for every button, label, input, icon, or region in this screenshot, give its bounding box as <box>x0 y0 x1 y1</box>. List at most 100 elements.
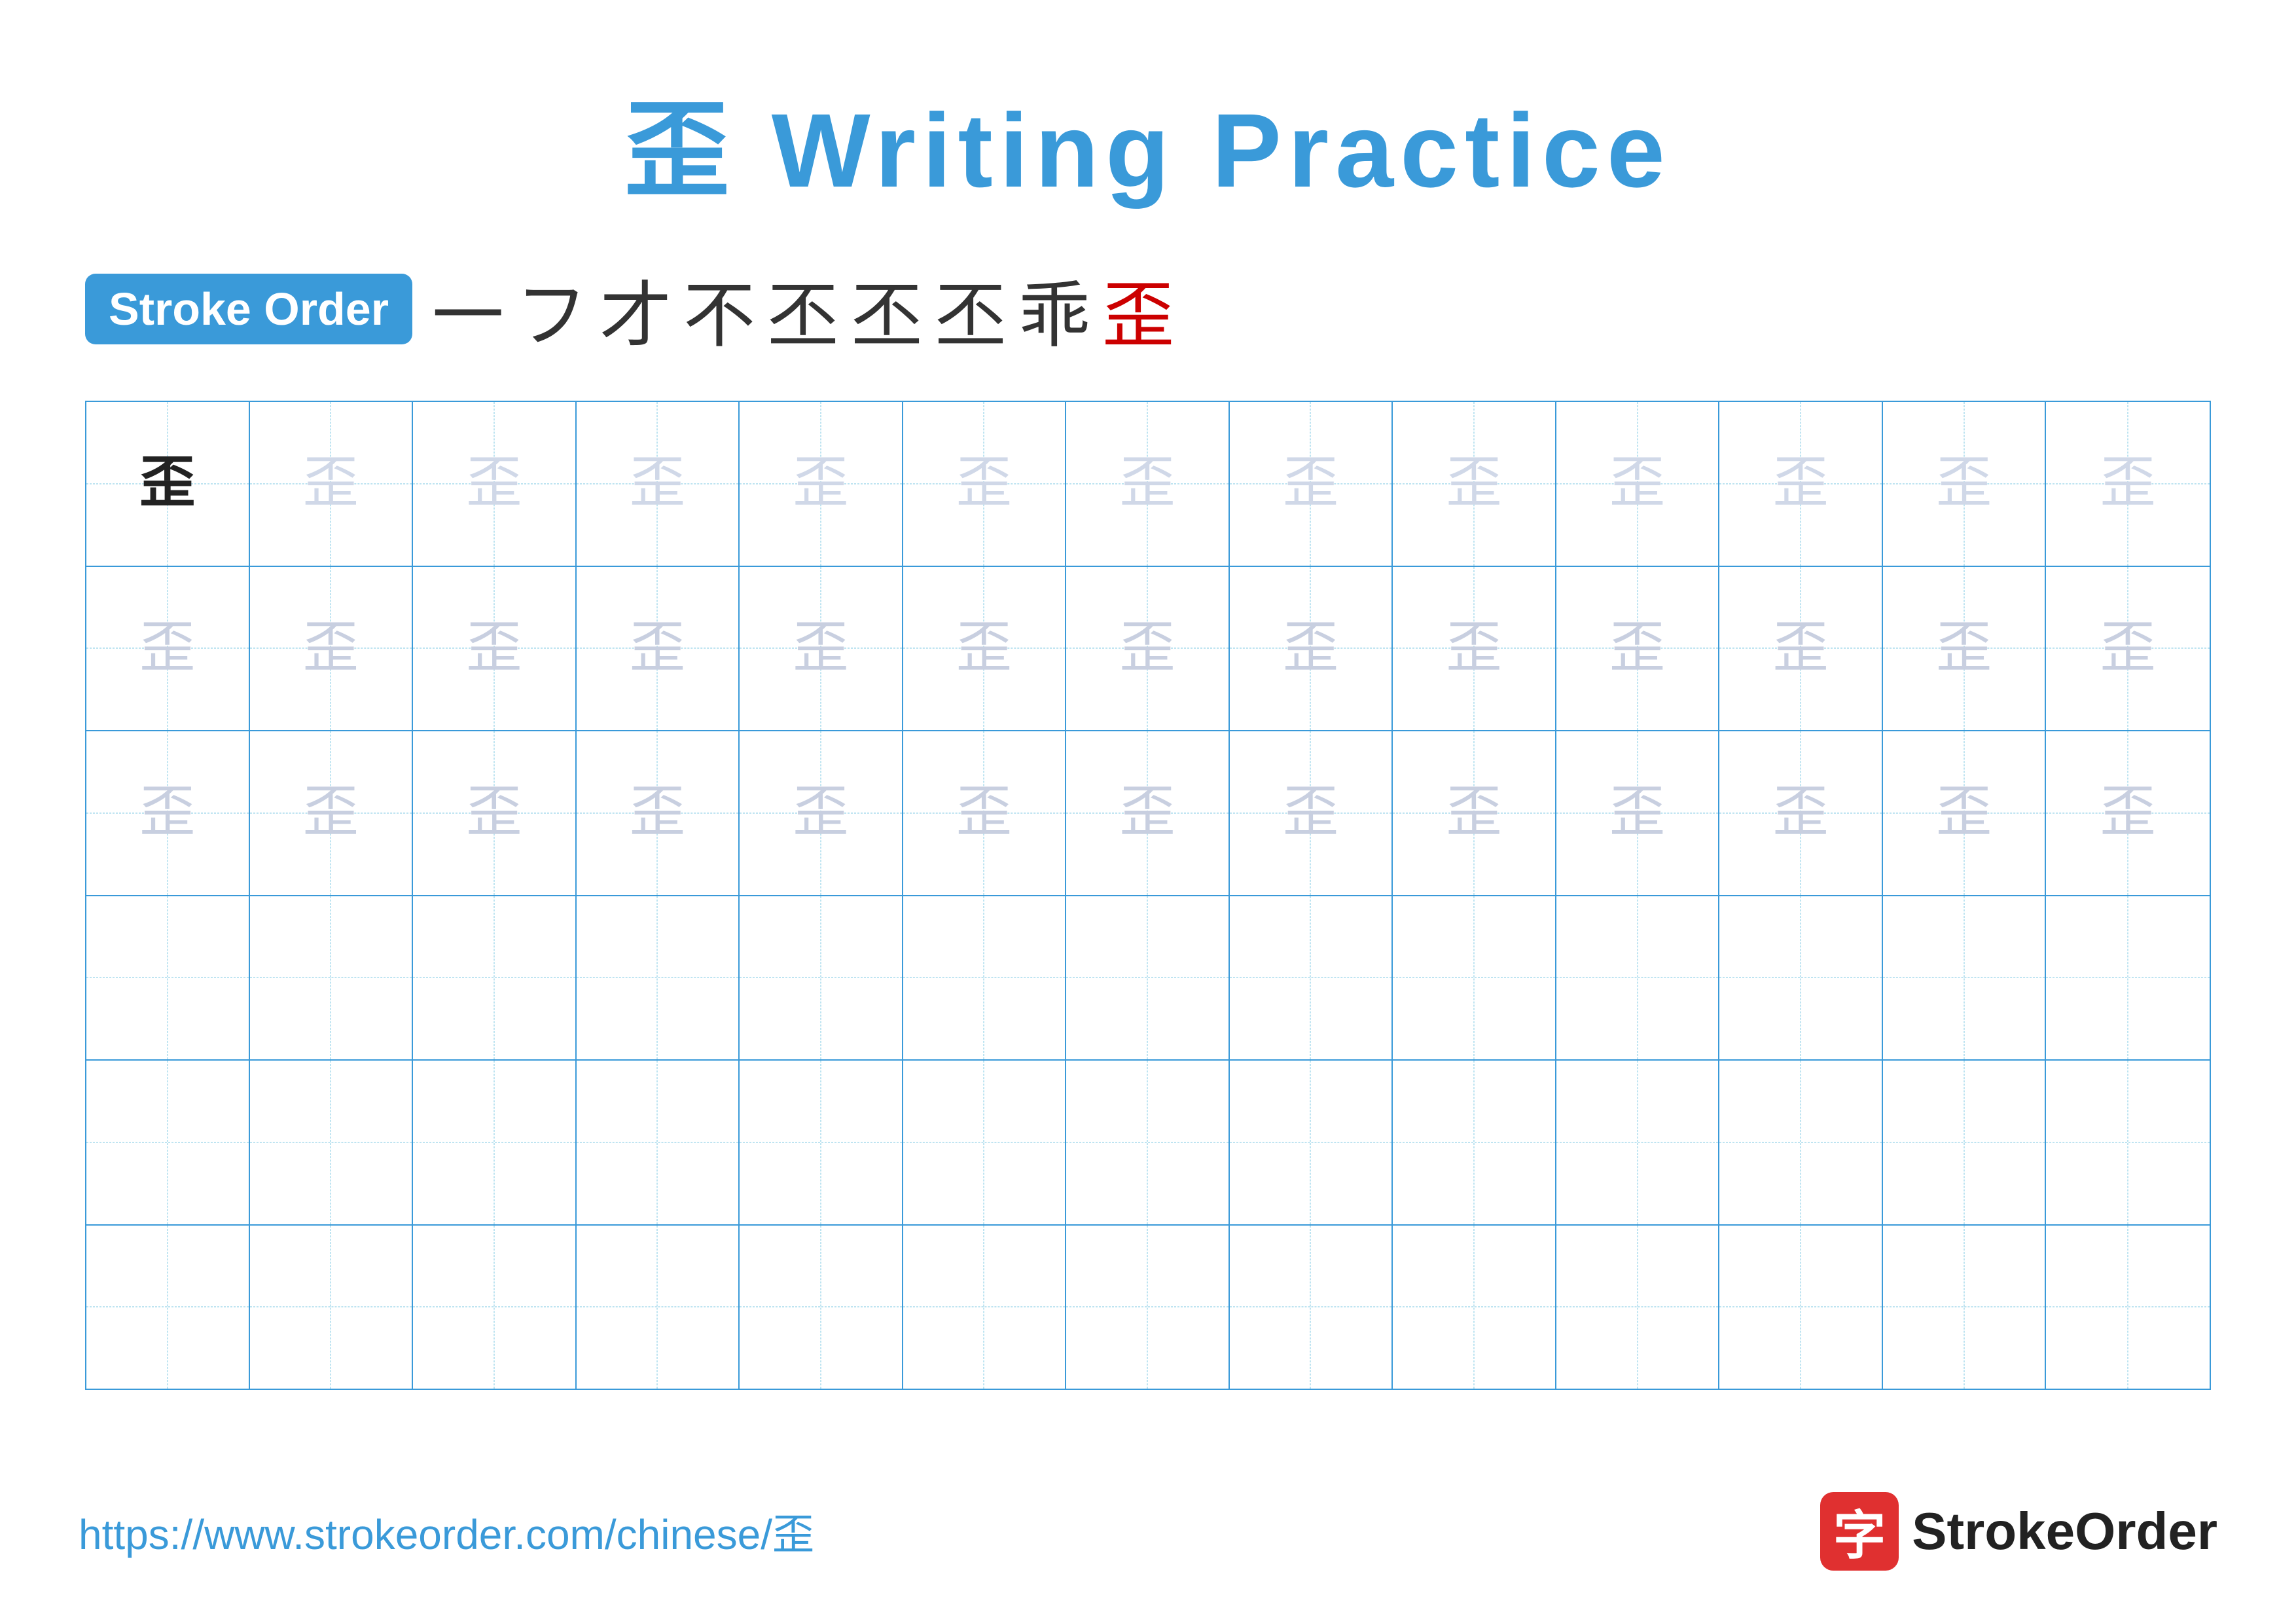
grid-cell-1-8[interactable]: 歪 <box>1393 567 1556 731</box>
grid-cell-5-2[interactable] <box>413 1226 577 1389</box>
grid-cell-2-3[interactable]: 歪 <box>577 731 740 895</box>
grid-cell-3-9[interactable] <box>1556 896 1720 1060</box>
grid-cell-2-0[interactable]: 歪 <box>86 731 250 895</box>
grid-cell-4-3[interactable] <box>577 1061 740 1224</box>
grid-cell-4-0[interactable] <box>86 1061 250 1224</box>
grid-cell-0-9[interactable]: 歪 <box>1556 402 1720 566</box>
stroke-9-final: 歪 <box>1102 257 1174 361</box>
stroke-4: 不 <box>683 257 755 361</box>
grid-cell-3-3[interactable] <box>577 896 740 1060</box>
grid-row-3 <box>86 896 2210 1061</box>
grid-cell-2-8[interactable]: 歪 <box>1393 731 1556 895</box>
cell-char-1-7: 歪 <box>1283 621 1338 676</box>
grid-cell-1-4[interactable]: 歪 <box>740 567 903 731</box>
grid-cell-5-6[interactable] <box>1066 1226 1230 1389</box>
grid-cell-5-11[interactable] <box>1883 1226 2047 1389</box>
grid-cell-4-4[interactable] <box>740 1061 903 1224</box>
grid-cell-3-1[interactable] <box>250 896 414 1060</box>
grid-cell-1-12[interactable]: 歪 <box>2046 567 2210 731</box>
grid-cell-0-12[interactable]: 歪 <box>2046 402 2210 566</box>
grid-cell-1-3[interactable]: 歪 <box>577 567 740 731</box>
grid-cell-0-6[interactable]: 歪 <box>1066 402 1230 566</box>
practice-grid: 歪歪歪歪歪歪歪歪歪歪歪歪歪歪歪歪歪歪歪歪歪歪歪歪歪歪歪歪歪歪歪歪歪歪歪歪歪歪歪 <box>85 401 2211 1390</box>
grid-cell-2-12[interactable]: 歪 <box>2046 731 2210 895</box>
grid-cell-0-11[interactable]: 歪 <box>1883 402 2047 566</box>
grid-cell-2-2[interactable]: 歪 <box>413 731 577 895</box>
grid-cell-4-1[interactable] <box>250 1061 414 1224</box>
grid-cell-4-11[interactable] <box>1883 1061 2047 1224</box>
grid-cell-1-6[interactable]: 歪 <box>1066 567 1230 731</box>
stroke-8: 乖 <box>1018 257 1090 361</box>
grid-cell-1-2[interactable]: 歪 <box>413 567 577 731</box>
cell-char-2-2: 歪 <box>466 785 522 841</box>
grid-cell-3-5[interactable] <box>903 896 1067 1060</box>
stroke-sequence: 一 フ 才 不 丕 丕 丕 乖 歪 <box>432 257 1174 361</box>
cell-char-1-12: 歪 <box>2100 621 2156 676</box>
grid-cell-3-10[interactable] <box>1719 896 1883 1060</box>
stroke-2: フ <box>516 257 588 361</box>
grid-cell-4-9[interactable] <box>1556 1061 1720 1224</box>
cell-char-0-3: 歪 <box>630 456 685 511</box>
grid-cell-5-8[interactable] <box>1393 1226 1556 1389</box>
grid-cell-1-0[interactable]: 歪 <box>86 567 250 731</box>
grid-cell-0-5[interactable]: 歪 <box>903 402 1067 566</box>
grid-cell-4-7[interactable] <box>1230 1061 1393 1224</box>
grid-cell-2-11[interactable]: 歪 <box>1883 731 2047 895</box>
stroke-order-badge: Stroke Order <box>85 274 412 344</box>
grid-cell-4-2[interactable] <box>413 1061 577 1224</box>
grid-cell-3-12[interactable] <box>2046 896 2210 1060</box>
grid-cell-3-4[interactable] <box>740 896 903 1060</box>
grid-cell-4-8[interactable] <box>1393 1061 1556 1224</box>
footer-logo: 字 StrokeOrder <box>1820 1492 2217 1571</box>
grid-cell-0-4[interactable]: 歪 <box>740 402 903 566</box>
grid-cell-2-4[interactable]: 歪 <box>740 731 903 895</box>
grid-cell-2-10[interactable]: 歪 <box>1719 731 1883 895</box>
grid-cell-1-5[interactable]: 歪 <box>903 567 1067 731</box>
grid-cell-5-7[interactable] <box>1230 1226 1393 1389</box>
grid-cell-1-1[interactable]: 歪 <box>250 567 414 731</box>
grid-cell-4-5[interactable] <box>903 1061 1067 1224</box>
grid-cell-1-10[interactable]: 歪 <box>1719 567 1883 731</box>
stroke-3: 才 <box>600 257 672 361</box>
grid-cell-1-9[interactable]: 歪 <box>1556 567 1720 731</box>
grid-cell-5-10[interactable] <box>1719 1226 1883 1389</box>
cell-char-2-12: 歪 <box>2100 785 2156 841</box>
grid-cell-2-9[interactable]: 歪 <box>1556 731 1720 895</box>
cell-char-2-0: 歪 <box>139 785 195 841</box>
grid-cell-0-0[interactable]: 歪 <box>86 402 250 566</box>
grid-row-0: 歪歪歪歪歪歪歪歪歪歪歪歪歪 <box>86 402 2210 567</box>
grid-cell-3-11[interactable] <box>1883 896 2047 1060</box>
grid-cell-3-8[interactable] <box>1393 896 1556 1060</box>
grid-cell-0-1[interactable]: 歪 <box>250 402 414 566</box>
cell-char-0-0: 歪 <box>139 456 195 511</box>
cell-char-0-1: 歪 <box>303 456 359 511</box>
grid-cell-5-9[interactable] <box>1556 1226 1720 1389</box>
grid-cell-3-0[interactable] <box>86 896 250 1060</box>
grid-cell-2-5[interactable]: 歪 <box>903 731 1067 895</box>
grid-cell-0-8[interactable]: 歪 <box>1393 402 1556 566</box>
grid-cell-2-6[interactable]: 歪 <box>1066 731 1230 895</box>
grid-cell-5-1[interactable] <box>250 1226 414 1389</box>
grid-cell-5-4[interactable] <box>740 1226 903 1389</box>
grid-cell-3-6[interactable] <box>1066 896 1230 1060</box>
grid-cell-4-12[interactable] <box>2046 1061 2210 1224</box>
grid-cell-2-1[interactable]: 歪 <box>250 731 414 895</box>
grid-cell-5-0[interactable] <box>86 1226 250 1389</box>
grid-cell-4-6[interactable] <box>1066 1061 1230 1224</box>
grid-cell-2-7[interactable]: 歪 <box>1230 731 1393 895</box>
footer-url[interactable]: https://www.strokeorder.com/chinese/歪 <box>79 1501 814 1561</box>
grid-cell-5-3[interactable] <box>577 1226 740 1389</box>
grid-cell-0-3[interactable]: 歪 <box>577 402 740 566</box>
grid-cell-0-7[interactable]: 歪 <box>1230 402 1393 566</box>
grid-cell-4-10[interactable] <box>1719 1061 1883 1224</box>
grid-cell-3-2[interactable] <box>413 896 577 1060</box>
footer: https://www.strokeorder.com/chinese/歪 字 … <box>79 1492 2217 1571</box>
grid-cell-0-10[interactable]: 歪 <box>1719 402 1883 566</box>
grid-cell-0-2[interactable]: 歪 <box>413 402 577 566</box>
grid-cell-3-7[interactable] <box>1230 896 1393 1060</box>
grid-cell-1-7[interactable]: 歪 <box>1230 567 1393 731</box>
grid-cell-1-11[interactable]: 歪 <box>1883 567 2047 731</box>
grid-cell-5-12[interactable] <box>2046 1226 2210 1389</box>
cell-char-0-9: 歪 <box>1609 456 1665 511</box>
grid-cell-5-5[interactable] <box>903 1226 1067 1389</box>
